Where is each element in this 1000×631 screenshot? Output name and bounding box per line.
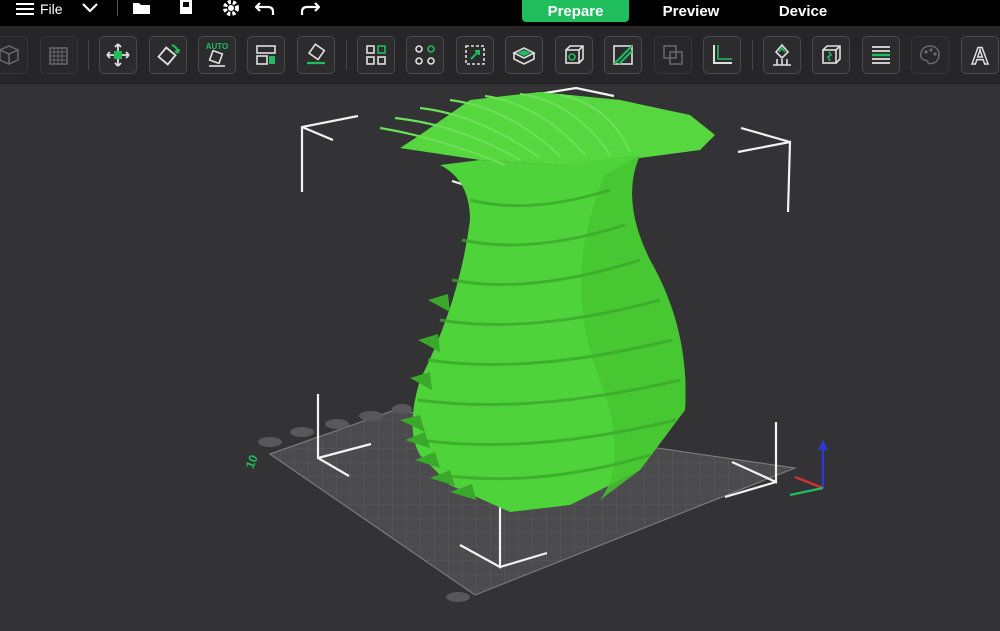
move-icon[interactable]: [99, 36, 137, 74]
top-menu-bar: File Prepare Preview Device: [0, 0, 1000, 26]
color-painting-icon[interactable]: [911, 36, 949, 74]
split-parts-icon[interactable]: [406, 36, 444, 74]
cut-icon[interactable]: [505, 36, 543, 74]
open-folder-icon[interactable]: [132, 0, 152, 16]
tab-preview[interactable]: Preview: [648, 0, 734, 22]
add-object-icon[interactable]: [0, 36, 28, 74]
menu-separator: [117, 0, 118, 16]
boolean-icon[interactable]: [654, 36, 692, 74]
chevron-down-icon[interactable]: [80, 0, 100, 16]
plate-label: 10: [243, 453, 261, 471]
lay-on-face-icon[interactable]: [297, 36, 335, 74]
tab-prepare[interactable]: Prepare: [522, 0, 629, 22]
save-icon[interactable]: [176, 0, 196, 16]
scene-canvas: 10: [243, 86, 828, 602]
support-painting-icon[interactable]: [763, 36, 801, 74]
tab-device[interactable]: Device: [760, 0, 846, 22]
add-plate-icon[interactable]: [40, 36, 78, 74]
hamburger-icon: [16, 3, 34, 15]
fit-to-plate-icon[interactable]: [456, 36, 494, 74]
auto-badge: AUTO: [206, 42, 229, 51]
auto-orient-icon[interactable]: AUTO: [198, 36, 236, 74]
file-menu-label: File: [40, 1, 63, 17]
toolbar-separator: [346, 40, 347, 70]
text-tool-icon[interactable]: A: [961, 36, 999, 74]
undo-icon[interactable]: [255, 0, 275, 16]
tab-device-label: Device: [778, 2, 828, 20]
rotate-icon[interactable]: [149, 36, 187, 74]
split-objects-icon[interactable]: [357, 36, 395, 74]
text-tool-glyph: A: [971, 43, 988, 68]
bounding-box-icon[interactable]: [555, 36, 593, 74]
main-toolbar: AUTO A: [0, 26, 1000, 84]
file-menu[interactable]: File: [16, 0, 63, 18]
seam-painting-icon[interactable]: [812, 36, 850, 74]
variable-layer-icon[interactable]: [862, 36, 900, 74]
slice-plane-icon[interactable]: [604, 36, 642, 74]
toolbar-separator: [752, 40, 753, 70]
3d-viewport[interactable]: 10: [0, 84, 1000, 631]
tab-preview-label: Preview: [662, 2, 720, 20]
measure-icon[interactable]: [703, 36, 741, 74]
tab-prepare-label: Prepare: [547, 2, 604, 20]
arrange-icon[interactable]: [247, 36, 285, 74]
redo-icon[interactable]: [300, 0, 320, 16]
gear-icon[interactable]: [221, 0, 241, 16]
toolbar-separator: [88, 40, 89, 70]
